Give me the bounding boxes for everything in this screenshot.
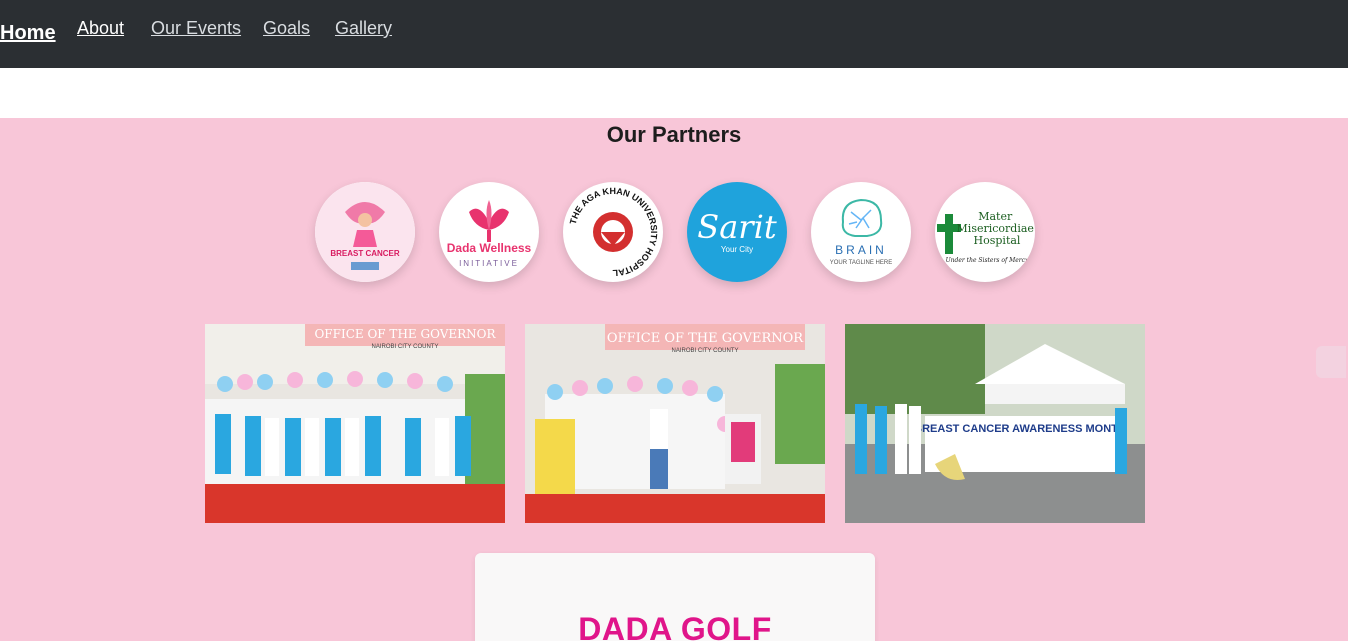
- dada-wellness-logo: Dada Wellness INITIATIVE: [439, 182, 539, 282]
- nav-home-link[interactable]: Home: [0, 22, 56, 45]
- gallery-photo-1[interactable]: OFFICE OF THE GOVERNOR NAIROBI CITY COUN…: [205, 324, 505, 523]
- brain-logo-text: BRAIN: [835, 243, 887, 257]
- photo-2-caption: OFFICE OF THE GOVERNOR: [607, 331, 804, 346]
- breast-cancer-logo-text: BREAST CANCER: [330, 249, 400, 258]
- brain-logo: BRAIN YOUR TAGLINE HERE: [811, 182, 911, 282]
- event-card-title: DADA GOLF: [578, 611, 772, 641]
- breast-cancer-awareness-logo: BREAST CANCER: [315, 182, 415, 282]
- side-widget-toggle[interactable]: [1316, 346, 1346, 378]
- nav-goals-link[interactable]: Goals: [263, 18, 310, 39]
- dada-wellness-logo-text: Dada Wellness: [447, 241, 532, 255]
- photo-3-caption: BREAST CANCER AWARENESS MONTH: [914, 423, 1126, 435]
- mater-logo-subtext: Under the Sisters of Mercy: [946, 257, 1029, 264]
- photo-1-subcaption: NAIROBI CITY COUNTY: [372, 344, 439, 350]
- sarit-logo-text: Sarit: [697, 208, 777, 246]
- dada-wellness-logo-subtext: INITIATIVE: [459, 259, 519, 268]
- event-card[interactable]: DADA GOLF: [475, 553, 875, 641]
- nav-gallery-link[interactable]: Gallery: [335, 18, 392, 39]
- nav-about-link[interactable]: About: [77, 18, 124, 39]
- gallery-photo-3[interactable]: BREAST CANCER AWARENESS MONTH: [845, 324, 1145, 523]
- photo-1-caption: OFFICE OF THE GOVERNOR: [314, 327, 496, 341]
- mater-hospital-logo: Mater Misericordiae Hospital Under the S…: [935, 182, 1035, 282]
- aga-khan-logo: THE AGA KHAN UNIVERSITY HOSPITAL: [563, 182, 663, 282]
- sarit-logo: Sarit Your City: [687, 182, 787, 282]
- top-navbar: Home About Our Events Goals Gallery: [0, 0, 1348, 68]
- partners-section: Our Partners BREAST CANCER Dada Wellness…: [0, 118, 1348, 641]
- mater-logo-text: Mater Misericordiae Hospital: [957, 210, 1035, 247]
- nav-our-events-link[interactable]: Our Events: [151, 18, 241, 39]
- brain-logo-subtext: YOUR TAGLINE HERE: [830, 260, 892, 266]
- partners-title: Our Partners: [606, 122, 742, 147]
- gallery-photo-2[interactable]: OFFICE OF THE GOVERNOR NAIROBI CITY COUN…: [525, 324, 825, 523]
- sarit-logo-subtext: Your City: [721, 245, 753, 254]
- photo-2-subcaption: NAIROBI CITY COUNTY: [672, 348, 739, 354]
